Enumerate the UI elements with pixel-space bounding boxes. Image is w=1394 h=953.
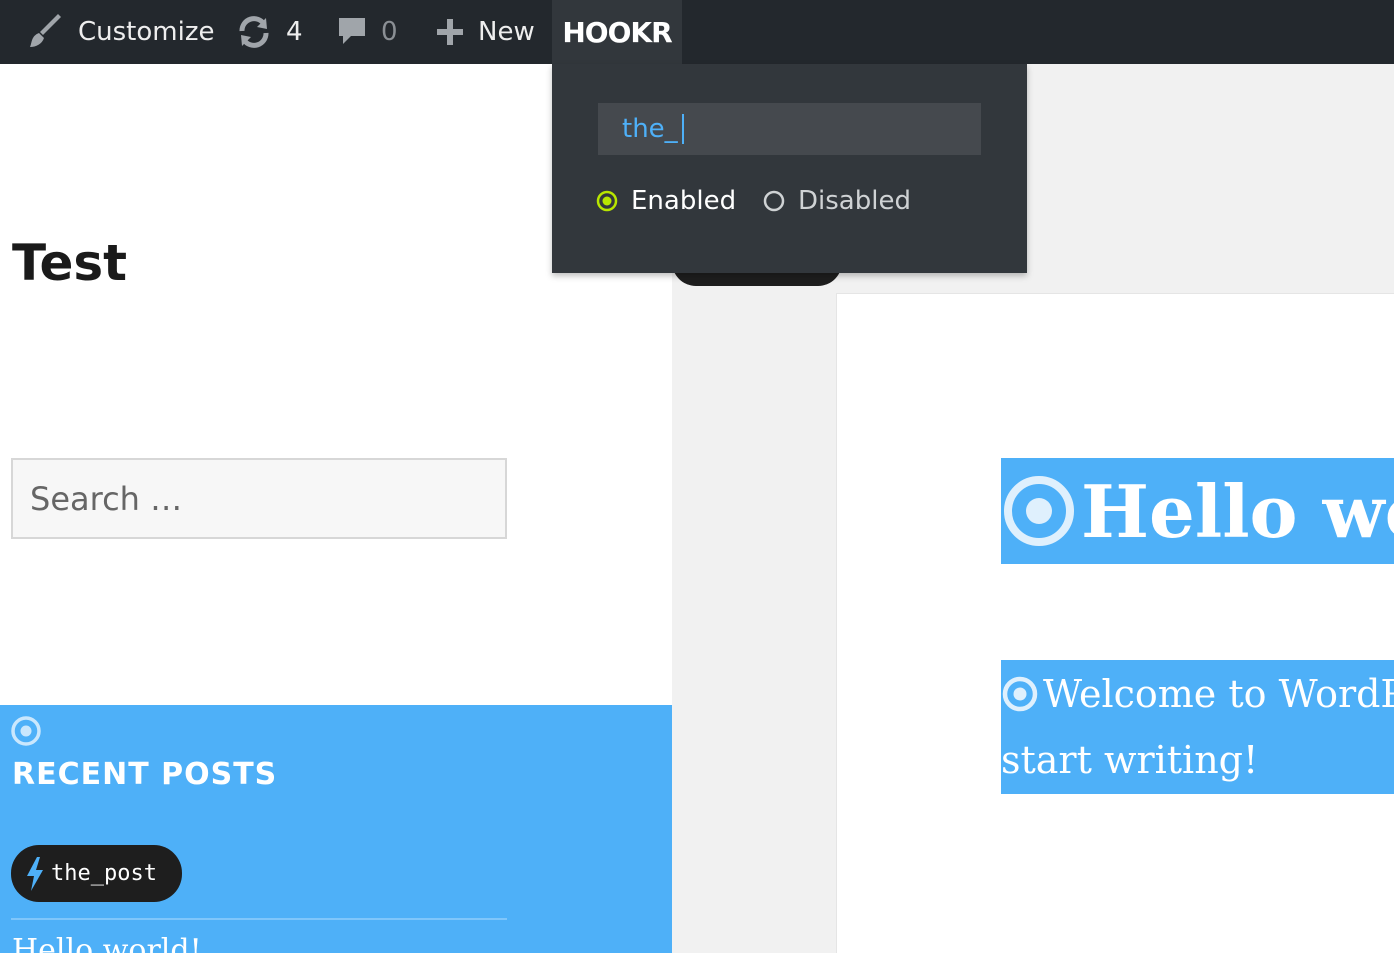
plus-icon — [437, 19, 463, 45]
customize-label: Customize — [78, 17, 215, 47]
disabled-radio[interactable]: Disabled — [762, 184, 911, 218]
site-title[interactable]: Test — [12, 234, 127, 292]
hook-filter-input[interactable]: the_ — [598, 103, 981, 155]
customize-menu-item[interactable]: Customize — [28, 0, 214, 64]
divider — [11, 918, 507, 920]
comments-count: 0 — [381, 17, 398, 47]
updates-menu-item[interactable]: 4 — [236, 0, 303, 64]
post-content: Welcome to WordPress. This is your first… — [1001, 660, 1394, 794]
recent-post-link[interactable]: Hello world! — [12, 933, 202, 953]
admin-bar: Customize 4 0 New HOOKR — [0, 0, 1394, 64]
paintbrush-icon — [30, 14, 61, 47]
post-excerpt-line2: start writing! — [1001, 738, 1259, 782]
post-title[interactable]: Hello world! — [1001, 458, 1394, 564]
hookr-dropdown: the_ Enabled Disabled — [552, 64, 1027, 273]
hook-badge[interactable]: the_post — [11, 845, 182, 902]
hook-target-icon[interactable] — [10, 715, 42, 747]
hook-target-icon[interactable] — [1001, 675, 1039, 713]
radio-unselected-icon — [763, 190, 785, 212]
refresh-icon — [239, 16, 269, 48]
recent-posts-widget: RECENT POSTS the_post Hello world! — [0, 705, 672, 953]
post-card — [836, 293, 1394, 953]
search-placeholder: Search … — [30, 479, 183, 518]
search-input[interactable]: Search … — [11, 458, 507, 539]
hook-badge-label: the_post — [51, 861, 157, 886]
post-excerpt-line1: Welcome to WordPress. This is your first… — [1043, 672, 1394, 716]
widget-title: RECENT POSTS — [12, 757, 278, 792]
new-content-menu-item[interactable]: New — [436, 0, 535, 64]
hookr-logo: HOOKR — [562, 15, 672, 49]
comment-icon — [339, 18, 365, 44]
hookr-menu-item[interactable]: HOOKR — [552, 0, 682, 64]
updates-count: 4 — [286, 17, 303, 47]
text-caret — [681, 114, 684, 144]
post-title-text: Hello world! — [1081, 468, 1394, 554]
hook-filter-value: the_ — [622, 114, 678, 144]
new-label: New — [478, 17, 535, 47]
comments-menu-item[interactable]: 0 — [337, 0, 398, 64]
hook-target-icon[interactable] — [1001, 473, 1077, 549]
enabled-radio[interactable]: Enabled — [595, 184, 736, 218]
radio-selected-icon — [596, 190, 618, 212]
lightning-icon — [27, 856, 43, 891]
enabled-label: Enabled — [631, 186, 737, 216]
disabled-label: Disabled — [798, 186, 911, 216]
